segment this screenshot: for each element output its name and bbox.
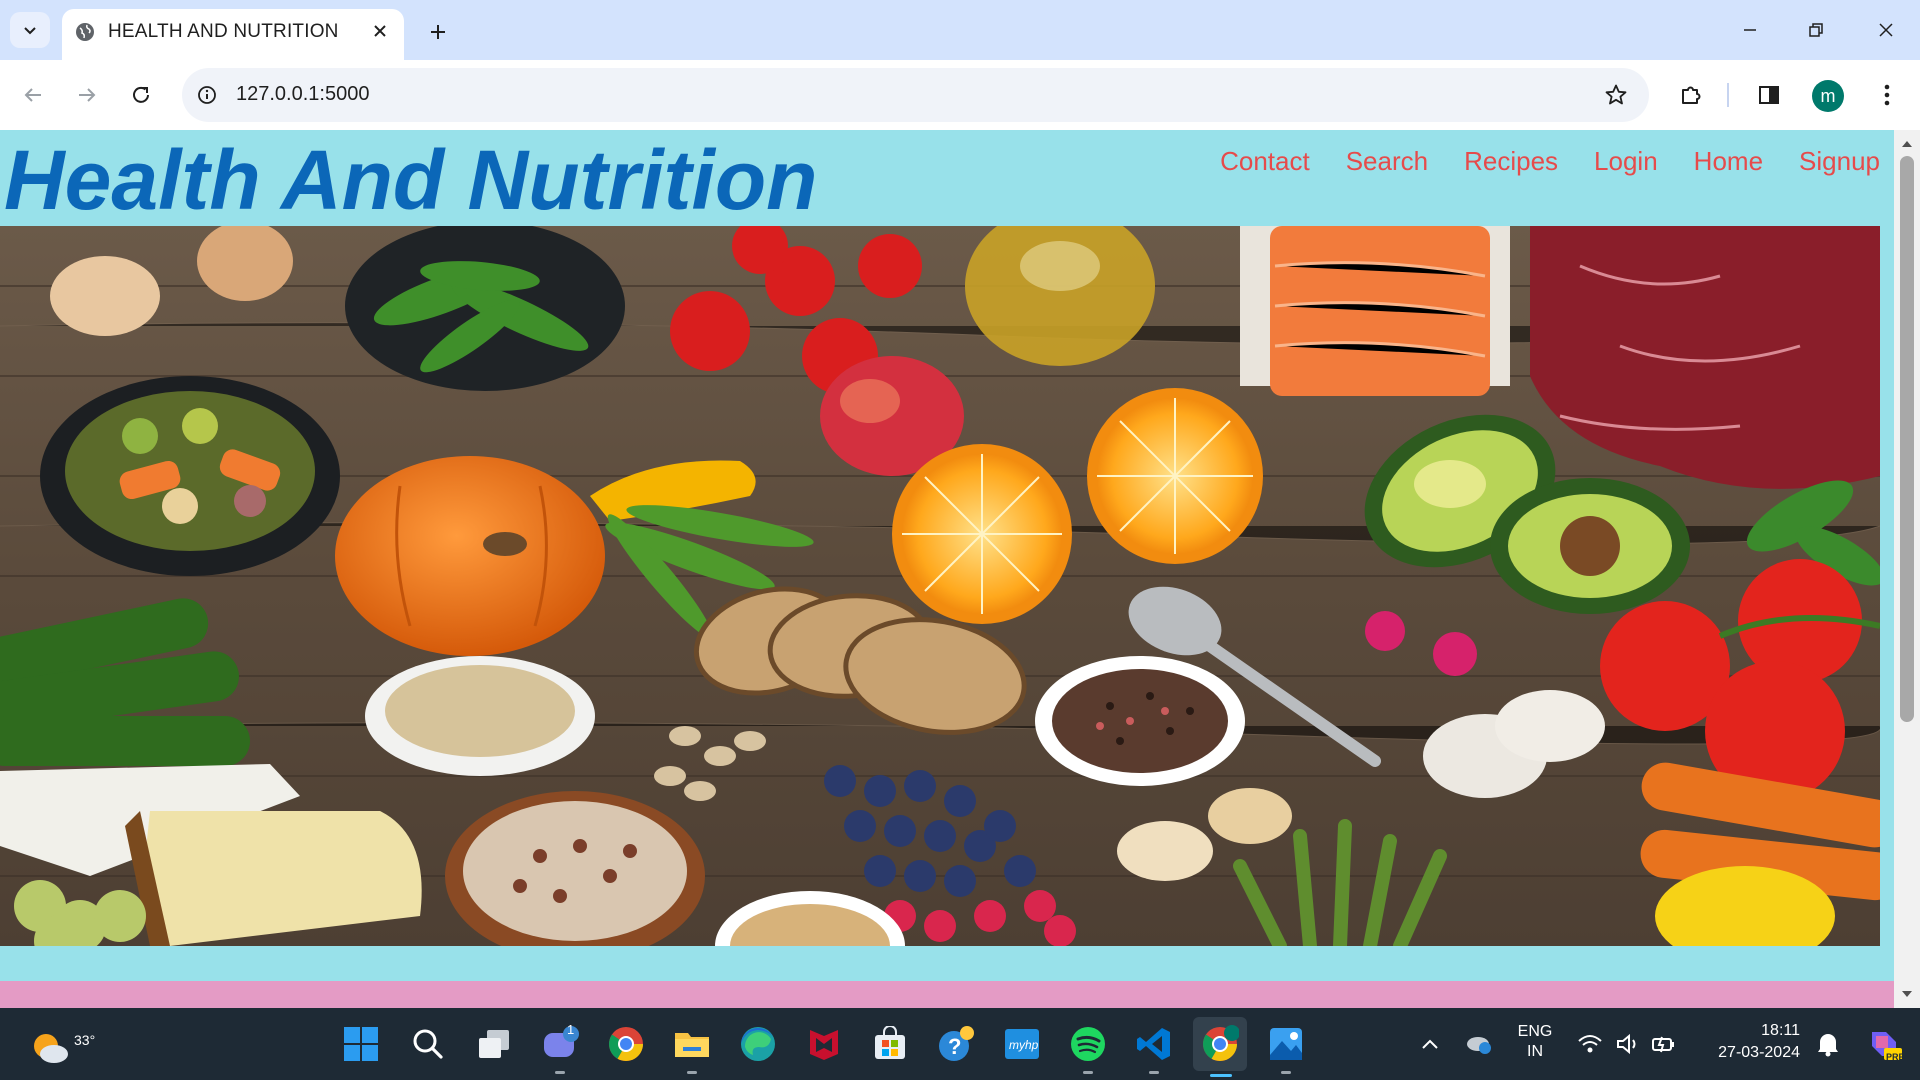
nav-link-home[interactable]: Home: [1694, 146, 1763, 177]
kebab-menu-icon: [1884, 84, 1890, 106]
file-explorer-app-icon[interactable]: [670, 1022, 714, 1074]
footer-bar: [0, 981, 1894, 1008]
svg-text:?: ?: [948, 1034, 961, 1059]
myhp-app-icon[interactable]: myhp: [1000, 1022, 1044, 1066]
running-indicator: [1149, 1071, 1159, 1074]
tab-title: HEALTH AND NUTRITION: [108, 21, 339, 42]
side-panel-button[interactable]: [1750, 76, 1788, 114]
chat-app-icon[interactable]: 1: [538, 1022, 582, 1074]
edge-app-icon[interactable]: [736, 1022, 780, 1066]
microsoft-store-app-icon[interactable]: [868, 1022, 912, 1066]
restore-icon: [1809, 23, 1823, 37]
nav-link-search[interactable]: Search: [1346, 146, 1428, 177]
food-flatlay-illustration: [0, 226, 1880, 946]
copilot-pre-badge: PRE: [1886, 1052, 1905, 1062]
toolbar-divider: [1727, 83, 1729, 107]
running-indicator: [555, 1071, 565, 1074]
side-panel-icon: [1759, 86, 1779, 104]
browser-menu-button[interactable]: [1868, 76, 1906, 114]
extensions-button[interactable]: [1672, 76, 1710, 114]
restore-button[interactable]: [1796, 14, 1836, 46]
region-code: IN: [1527, 1043, 1543, 1060]
bookmark-star-icon[interactable]: [1601, 80, 1631, 110]
system-clock[interactable]: 18:11 27-03-2024: [1700, 1020, 1800, 1064]
vscode-app-icon[interactable]: [1132, 1022, 1176, 1074]
partly-cloudy-icon: [34, 1034, 68, 1063]
address-bar[interactable]: 127.0.0.1:5000: [182, 68, 1649, 122]
nav-link-signup[interactable]: Signup: [1799, 146, 1880, 177]
copilot-icon[interactable]: PRE: [1862, 1022, 1906, 1066]
browser-tab-strip: HEALTH AND NUTRITION: [0, 0, 1920, 60]
chat-badge: 1: [567, 1022, 575, 1037]
site-info-icon[interactable]: [192, 80, 222, 110]
weather-widget[interactable]: 33°: [28, 1020, 95, 1070]
task-view-button[interactable]: [472, 1022, 516, 1066]
globe-icon: [76, 23, 94, 41]
scroll-down-arrow-icon[interactable]: [1894, 986, 1920, 1002]
puzzle-icon: [1682, 86, 1701, 104]
clock-date: 27-03-2024: [1718, 1044, 1800, 1061]
forward-button[interactable]: [68, 76, 106, 114]
mcafee-app-icon[interactable]: [802, 1022, 846, 1066]
browser-toolbar: 127.0.0.1:5000 m: [0, 60, 1920, 130]
browser-tab[interactable]: HEALTH AND NUTRITION: [62, 9, 404, 60]
get-help-app-icon[interactable]: ?: [934, 1022, 978, 1066]
tab-search-button[interactable]: [10, 12, 50, 48]
page-viewport: Health And Nutrition Contact Search Reci…: [0, 130, 1894, 1008]
chevron-up-icon: [1422, 1039, 1438, 1049]
svg-text:myhp: myhp: [1009, 1038, 1039, 1052]
scroll-up-arrow-icon[interactable]: [1894, 136, 1920, 152]
spotify-app-icon[interactable]: [1066, 1022, 1110, 1074]
start-button[interactable]: [339, 1022, 383, 1066]
running-indicator: [1083, 1071, 1093, 1074]
notifications-bell-icon[interactable]: [1808, 1022, 1848, 1066]
minimize-button[interactable]: [1730, 14, 1770, 46]
profile-avatar[interactable]: m: [1812, 80, 1844, 112]
active-indicator: [1210, 1074, 1232, 1077]
language-code: ENG: [1517, 1023, 1553, 1040]
close-tab-icon[interactable]: [368, 19, 392, 43]
search-icon: [413, 1029, 443, 1059]
show-hidden-icons-button[interactable]: [1408, 1022, 1452, 1066]
chrome-profile-app-icon[interactable]: [1193, 1017, 1247, 1077]
photos-app-icon[interactable]: [1264, 1022, 1308, 1074]
taskbar-search-button[interactable]: [406, 1022, 450, 1066]
reload-icon: [133, 86, 149, 103]
onedrive-status-icon[interactable]: [1457, 1022, 1501, 1066]
chevron-down-icon: [24, 27, 36, 35]
weather-temperature: 33°: [74, 1032, 96, 1048]
chrome-app-icon[interactable]: [604, 1022, 648, 1066]
site-navigation: Contact Search Recipes Login Home Signup: [1220, 146, 1880, 177]
nav-link-login[interactable]: Login: [1594, 146, 1658, 177]
task-view-icon: [479, 1030, 509, 1058]
hero-image: [0, 226, 1880, 946]
url-text[interactable]: 127.0.0.1:5000: [236, 83, 369, 106]
forward-arrow-icon: [79, 88, 96, 102]
running-indicator: [1281, 1071, 1291, 1074]
minimize-icon: [1744, 29, 1756, 31]
windows-logo-icon: [344, 1027, 378, 1061]
battery-icon[interactable]: [1644, 1022, 1684, 1066]
language-indicator[interactable]: ENG IN: [1510, 1022, 1560, 1062]
close-icon: [1879, 23, 1893, 37]
wifi-icon[interactable]: [1570, 1022, 1610, 1066]
nav-link-contact[interactable]: Contact: [1220, 146, 1310, 177]
plus-icon: [431, 25, 445, 39]
new-tab-button[interactable]: [422, 16, 454, 48]
nav-link-recipes[interactable]: Recipes: [1464, 146, 1558, 177]
page-scrollbar[interactable]: [1894, 130, 1920, 1008]
site-title: Health And Nutrition: [4, 133, 818, 227]
close-window-button[interactable]: [1866, 14, 1906, 46]
back-button[interactable]: [14, 76, 52, 114]
running-indicator: [687, 1071, 697, 1074]
volume-icon[interactable]: [1608, 1022, 1648, 1066]
scrollbar-thumb[interactable]: [1900, 156, 1914, 722]
back-arrow-icon: [24, 88, 41, 102]
reload-button[interactable]: [122, 76, 160, 114]
windows-taskbar: 33° 1 ? myhp ENG IN 18:11 27-03-2024 PRE: [0, 1008, 1920, 1080]
clock-time: 18:11: [1761, 1022, 1800, 1039]
